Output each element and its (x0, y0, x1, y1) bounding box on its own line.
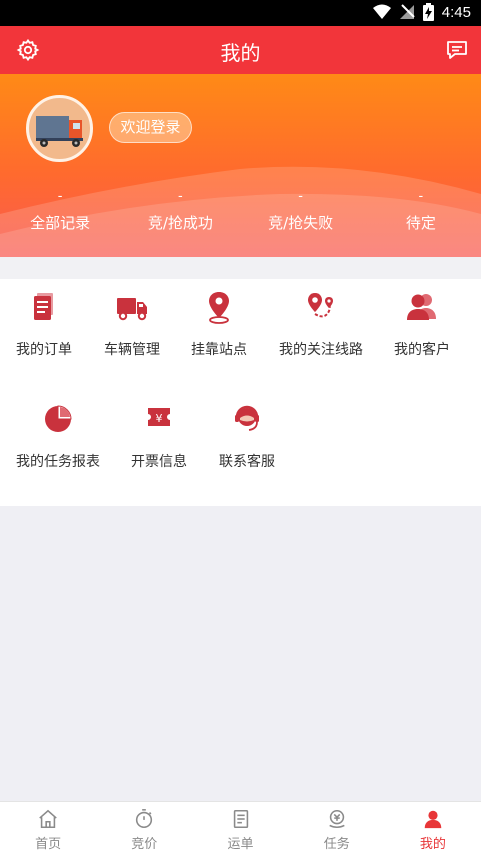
menu-grid: 我的订单 车辆管理 挂靠站点 我的关注线路 我的客户 我的任务报表 ¥ 开票信息… (0, 279, 481, 506)
truck-icon (117, 298, 147, 321)
tab-label: 任务 (323, 837, 350, 852)
stats-row: - 全部记录 - 竞/抢成功 - 竞/抢失败 - 待定 (0, 186, 481, 233)
menu-item-label: 我的订单 (16, 342, 72, 358)
login-button[interactable]: 欢迎登录 (109, 112, 192, 143)
menu-item-label: 我的客户 (394, 342, 450, 358)
tab-label: 运单 (227, 837, 254, 852)
no-signal-icon (399, 4, 415, 19)
order-icon (34, 293, 53, 320)
status-bar: 4:45 (0, 0, 481, 26)
stat-label: 全部记录 (30, 214, 91, 232)
menu-item-label: 我的关注线路 (279, 342, 363, 358)
profile-header: 欢迎登录 - 全部记录 - 竞/抢成功 - 竞/抢失败 - 待定 (0, 74, 481, 257)
menu-item-invoice-info[interactable]: ¥ 开票信息 (111, 399, 207, 471)
status-time: 4:45 (441, 3, 471, 21)
tab-label: 首页 (35, 837, 62, 852)
customers-icon (407, 294, 436, 320)
tab-label: 我的 (419, 837, 446, 852)
menu-item-affiliated-station[interactable]: 挂靠站点 (171, 287, 267, 359)
stat-value: - (178, 189, 183, 204)
tab-mine[interactable]: 我的 (385, 802, 481, 855)
battery-charging-icon (422, 3, 434, 21)
stopwatch-icon (136, 809, 153, 829)
location-pin-icon (209, 292, 229, 324)
stat-bid-success[interactable]: - 竞/抢成功 (120, 186, 240, 233)
menu-item-label: 我的任务报表 (16, 454, 100, 470)
menu-item-vehicle-management[interactable]: 车辆管理 (84, 287, 180, 359)
stat-bid-failed[interactable]: - 竞/抢失败 (241, 186, 361, 233)
stat-label: 竞/抢成功 (147, 214, 213, 232)
waybill-icon (233, 809, 248, 829)
message-icon[interactable] (445, 38, 469, 62)
stat-value: - (57, 189, 63, 204)
menu-item-label: 开票信息 (131, 454, 187, 470)
menu-item-my-orders[interactable]: 我的订单 (0, 287, 92, 359)
menu-item-label: 联系客服 (219, 454, 275, 470)
avatar[interactable] (26, 95, 93, 162)
tab-bidding[interactable]: 竞价 (96, 802, 192, 855)
tab-home[interactable]: 首页 (0, 802, 96, 855)
bottom-tab-bar: 首页 竞价 运单 任务 我的 (0, 801, 481, 855)
svg-text:¥: ¥ (156, 412, 163, 425)
page-title: 我的 (220, 41, 261, 65)
stat-value: - (418, 189, 424, 204)
stat-label: 待定 (405, 214, 436, 232)
customer-service-icon (235, 405, 259, 431)
truck-avatar-icon (36, 116, 83, 147)
stat-label: 竞/抢失败 (268, 214, 334, 232)
tab-waybill[interactable]: 运单 (192, 802, 288, 855)
home-icon (39, 809, 57, 829)
menu-item-task-report[interactable]: 我的任务报表 (10, 399, 106, 471)
menu-item-contact-service[interactable]: 联系客服 (199, 399, 295, 471)
stat-pending[interactable]: - 待定 (361, 186, 481, 233)
invoice-icon: ¥ (148, 408, 170, 426)
stat-all-records[interactable]: - 全部记录 (0, 186, 120, 233)
app-bar: 我的 (0, 26, 481, 74)
tab-label: 竞价 (131, 837, 158, 852)
menu-item-label: 车辆管理 (104, 342, 160, 358)
user-icon (424, 810, 442, 829)
section-divider (0, 257, 481, 279)
pie-chart-icon (45, 405, 72, 432)
wifi-icon (372, 4, 391, 19)
tab-task[interactable]: 任务 (289, 802, 385, 855)
menu-item-label: 挂靠站点 (191, 342, 247, 358)
menu-item-my-customers[interactable]: 我的客户 (374, 287, 470, 359)
menu-item-followed-routes[interactable]: 我的关注线路 (273, 287, 369, 359)
task-icon (329, 809, 345, 829)
stat-value: - (298, 189, 303, 204)
route-icon (308, 293, 333, 318)
